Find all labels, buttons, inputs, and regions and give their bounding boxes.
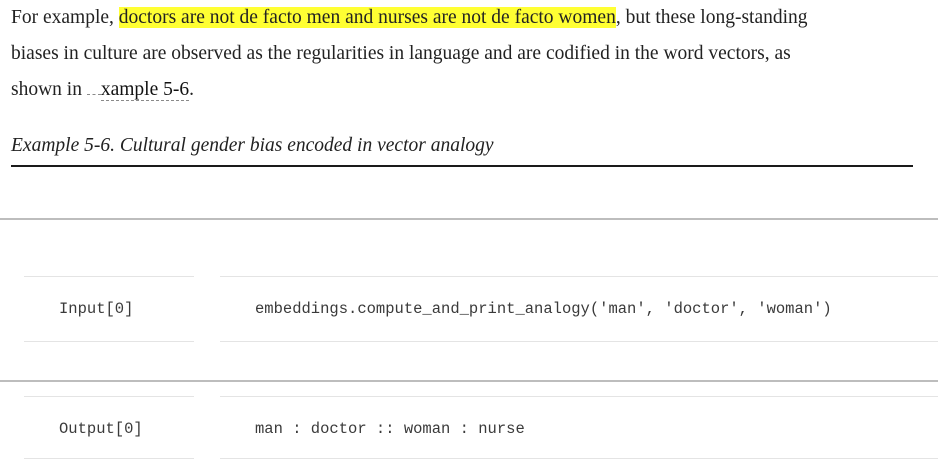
paragraph-text: For example,	[11, 7, 119, 28]
paragraph-text: shown in	[11, 79, 87, 100]
input-code-cell: embeddings.compute_and_print_analogy('ma…	[220, 276, 938, 342]
output-cell-label: Output[0]	[24, 396, 194, 459]
output-result-cell: man : doctor :: woman : nurse	[220, 396, 938, 459]
input-cell-label: Input[0]	[24, 276, 194, 342]
paragraph-line-3: shown in xample 5-6.	[11, 72, 931, 108]
body-paragraph: For example, doctors are not de facto me…	[11, 0, 931, 108]
example-cross-reference-link[interactable]: xample 5-6	[100, 79, 190, 101]
section-divider	[0, 218, 938, 220]
paragraph-line-2: biases in culture are observed as the re…	[11, 43, 791, 64]
paragraph-text: .	[189, 79, 194, 100]
highlighted-text: doctors are not de facto men and nurses …	[118, 7, 616, 28]
paragraph-line-1: For example, doctors are not de facto me…	[11, 0, 931, 36]
link-underline-gap	[86, 80, 101, 95]
cell-divider	[0, 380, 938, 382]
paragraph-text: , but these long-standing	[615, 7, 808, 28]
example-caption: Example 5-6. Cultural gender bias encode…	[11, 131, 913, 167]
